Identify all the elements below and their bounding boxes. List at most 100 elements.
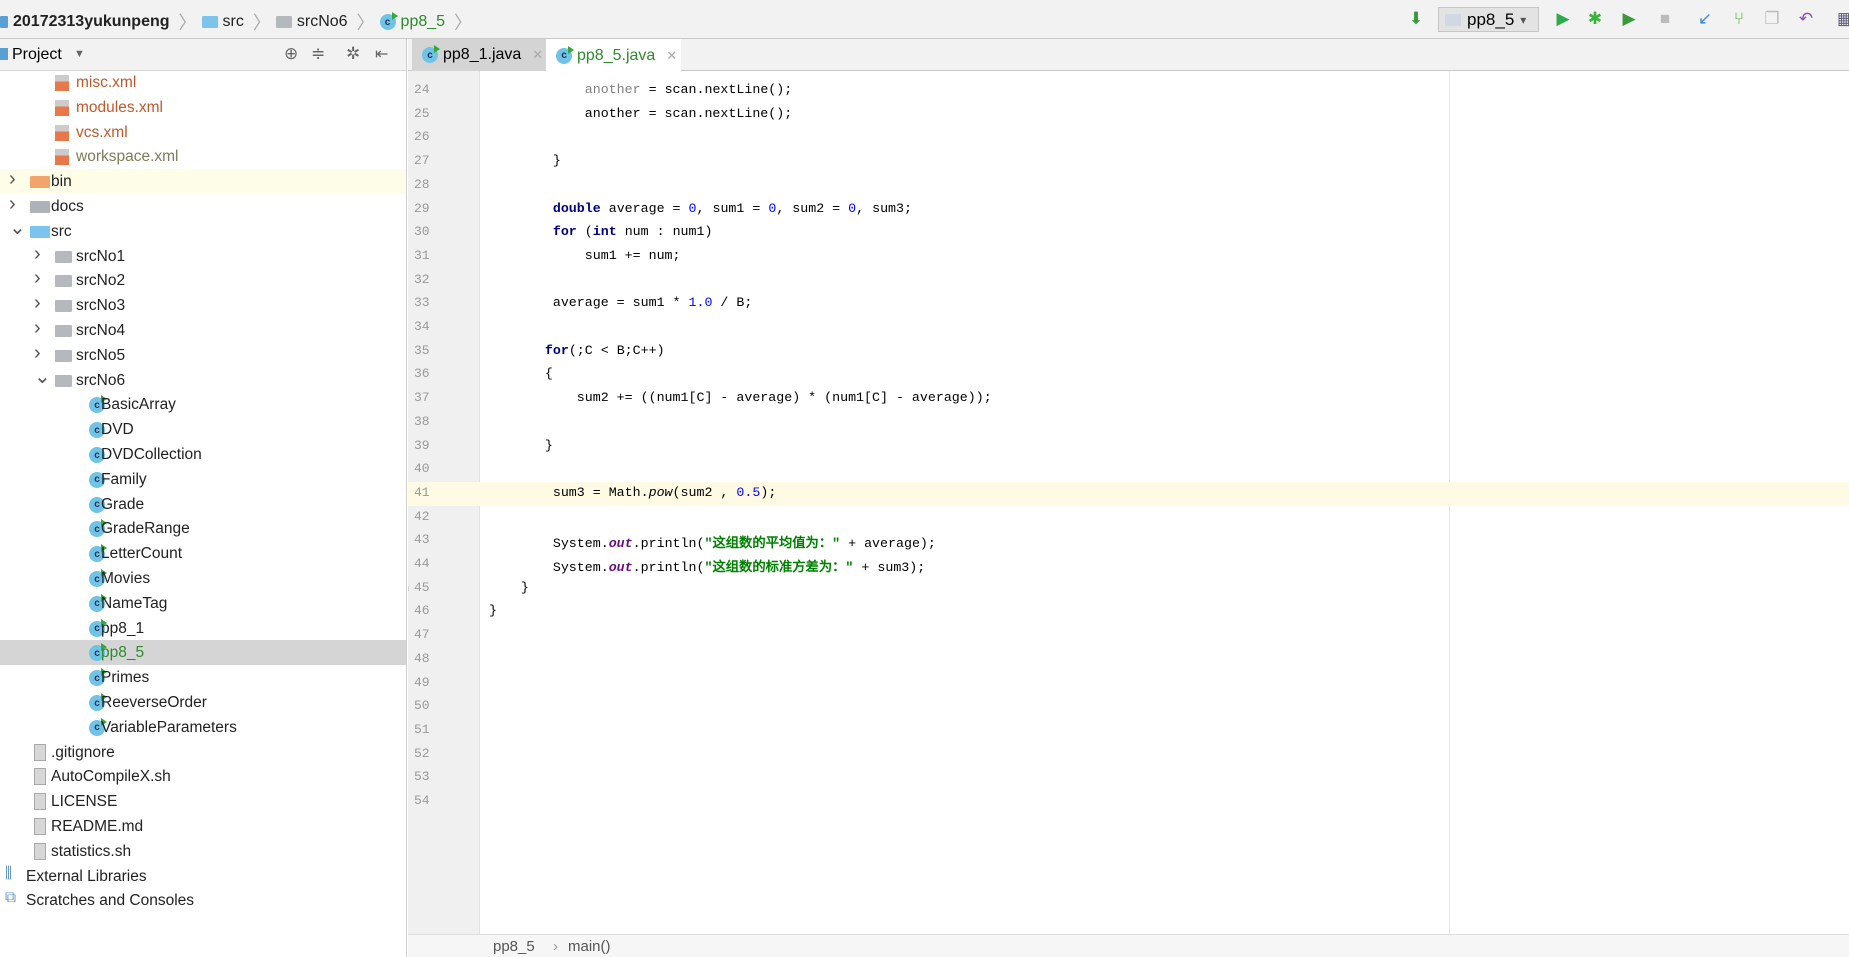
- breadcrumb-src[interactable]: src: [223, 13, 244, 31]
- chevron-right-icon[interactable]: ›: [34, 342, 41, 365]
- chevron-down-icon[interactable]: ⌄: [9, 215, 26, 240]
- chevron-right-icon[interactable]: ›: [9, 193, 16, 216]
- tab-pp8-5[interactable]: c pp8_5.java ✕: [546, 39, 681, 72]
- tree-item[interactable]: c pp8_1: [0, 616, 406, 641]
- tree-item[interactable]: vcs.xml: [0, 120, 406, 145]
- tree-item[interactable]: ⌄ src: [0, 217, 406, 244]
- code-line[interactable]: 43 System.out.println("这组数的平均值为：" + aver…: [408, 529, 1849, 553]
- code-line[interactable]: 30 for (int num : num1): [408, 221, 1849, 245]
- tree-item[interactable]: modules.xml: [0, 95, 406, 120]
- tree-item[interactable]: › srcNo3: [0, 292, 406, 318]
- code-editor[interactable]: 24 another = scan.nextLine(); 25 another …: [408, 71, 1849, 934]
- chevron-right-icon[interactable]: ›: [9, 168, 16, 191]
- code-line[interactable]: 37 sum2 += ((num1[C] - average) * (num1[…: [408, 387, 1849, 411]
- chevron-down-icon[interactable]: ▼: [74, 48, 85, 60]
- tree-item[interactable]: c NameTag: [0, 591, 406, 616]
- tree-item[interactable]: c Movies: [0, 566, 406, 591]
- tree-item[interactable]: misc.xml: [0, 70, 406, 95]
- code-line[interactable]: 42: [408, 506, 1849, 530]
- code-line[interactable]: 24 another = scan.nextLine();: [408, 79, 1849, 103]
- hide-panel-icon[interactable]: ⇤: [375, 44, 388, 64]
- sort-binary-icon[interactable]: ⬇: [1405, 8, 1427, 30]
- code-line[interactable]: 40: [408, 458, 1849, 482]
- chevron-right-icon[interactable]: ›: [34, 292, 41, 315]
- tree-item[interactable]: ⧉ Scratches and Consoles: [0, 888, 406, 913]
- code-line[interactable]: 29 double average = 0, sum1 = 0, sum2 = …: [408, 198, 1849, 222]
- coverage-icon[interactable]: ▶: [1618, 8, 1640, 30]
- tree-item[interactable]: LICENSE: [0, 789, 406, 814]
- breadcrumb-package[interactable]: srcNo6: [297, 13, 348, 31]
- code-line[interactable]: 41 sum3 = Math.pow(sum2 , 0.5);: [408, 481, 1849, 506]
- revert-icon[interactable]: ↶: [1795, 8, 1817, 30]
- chevron-right-icon[interactable]: ›: [34, 317, 41, 340]
- breadcrumb-class[interactable]: pp8_5: [493, 938, 535, 955]
- chevron-right-icon[interactable]: ›: [34, 267, 41, 290]
- run-icon[interactable]: ▶: [1552, 8, 1574, 30]
- stop-icon[interactable]: ■: [1654, 8, 1676, 30]
- vcs-compare-icon[interactable]: ❐: [1761, 8, 1783, 30]
- code-line[interactable]: 48: [408, 648, 1849, 672]
- tree-item[interactable]: c pp8_5: [0, 640, 406, 666]
- code-line[interactable]: 44 System.out.println("这组数的标准方差为：" + sum…: [408, 553, 1849, 577]
- code-line[interactable]: 38: [408, 411, 1849, 435]
- code-line[interactable]: 28: [408, 174, 1849, 198]
- code-line[interactable]: 33 average = sum1 * 1.0 / B;: [408, 292, 1849, 316]
- code-line[interactable]: 52: [408, 743, 1849, 767]
- tree-item[interactable]: › srcNo5: [0, 342, 406, 368]
- debug-icon[interactable]: ✱: [1584, 8, 1606, 30]
- tree-item[interactable]: README.md: [0, 814, 406, 839]
- code-line[interactable]: 35 for(;C < B;C++): [408, 340, 1849, 364]
- tree-item[interactable]: workspace.xml: [0, 144, 406, 169]
- chevron-down-icon[interactable]: ⌄: [34, 364, 51, 389]
- tree-item[interactable]: › docs: [0, 193, 406, 219]
- tree-item[interactable]: › srcNo1: [0, 243, 406, 269]
- close-icon[interactable]: ✕: [532, 47, 543, 63]
- tree-item[interactable]: AutoCompileX.sh: [0, 764, 406, 789]
- collapse-all-icon[interactable]: ≑: [311, 44, 325, 64]
- gear-icon[interactable]: ✲: [346, 44, 360, 64]
- tab-pp8-1[interactable]: c pp8_1.java ✕: [412, 39, 546, 71]
- code-line[interactable]: 26: [408, 126, 1849, 150]
- tree-item[interactable]: c Primes: [0, 665, 406, 690]
- run-config-select[interactable]: pp8_5 ▾: [1438, 7, 1539, 32]
- locate-icon[interactable]: ⊕: [284, 44, 298, 64]
- tree-item[interactable]: c GradeRange: [0, 516, 406, 541]
- breadcrumb-project[interactable]: 20172313yukunpeng: [13, 13, 170, 31]
- tree-item[interactable]: c BasicArray: [0, 392, 406, 417]
- code-line[interactable]: 39 }: [408, 435, 1849, 459]
- tree-item[interactable]: c Family: [0, 467, 406, 492]
- code-line[interactable]: 34: [408, 316, 1849, 340]
- code-line[interactable]: 51: [408, 719, 1849, 743]
- tree-item[interactable]: c VariableParameters: [0, 715, 406, 740]
- tree-item[interactable]: c DVD: [0, 417, 406, 442]
- code-line[interactable]: 36 {: [408, 363, 1849, 387]
- tree-item[interactable]: ⫼ External Libraries: [0, 864, 406, 889]
- project-structure-icon[interactable]: ▦: [1834, 8, 1849, 30]
- tree-item[interactable]: c DVDCollection: [0, 442, 406, 467]
- tree-item[interactable]: .gitignore: [0, 740, 406, 765]
- tree-item[interactable]: ⌄ srcNo6: [0, 366, 406, 393]
- code-line[interactable]: 32: [408, 269, 1849, 293]
- breadcrumb-method[interactable]: main(): [568, 938, 611, 955]
- code-line[interactable]: 45 } ⌂: [408, 577, 1849, 601]
- vcs-update-icon[interactable]: ↙: [1694, 8, 1716, 30]
- vcs-commit-icon[interactable]: ⑂: [1728, 8, 1750, 30]
- tree-item[interactable]: statistics.sh: [0, 839, 406, 864]
- code-line[interactable]: 53: [408, 766, 1849, 790]
- tree-item[interactable]: › bin: [0, 168, 406, 195]
- code-line[interactable]: 49: [408, 672, 1849, 696]
- code-line[interactable]: 27 }: [408, 150, 1849, 174]
- tree-item[interactable]: c Grade: [0, 492, 406, 517]
- breadcrumb-class[interactable]: pp8_5: [401, 13, 446, 31]
- code-line[interactable]: 46}: [408, 600, 1849, 624]
- code-line[interactable]: 31 sum1 += num;: [408, 245, 1849, 269]
- fold-icon[interactable]: ⌂: [408, 579, 410, 594]
- code-line[interactable]: 47: [408, 624, 1849, 648]
- chevron-right-icon[interactable]: ›: [34, 243, 41, 266]
- code-line[interactable]: 50: [408, 695, 1849, 719]
- tree-item[interactable]: › srcNo2: [0, 267, 406, 293]
- tree-item[interactable]: › srcNo4: [0, 317, 406, 343]
- code-line[interactable]: 25 another = scan.nextLine();: [408, 103, 1849, 127]
- code-line[interactable]: 54: [408, 790, 1849, 814]
- tree-item[interactable]: c LetterCount: [0, 541, 406, 566]
